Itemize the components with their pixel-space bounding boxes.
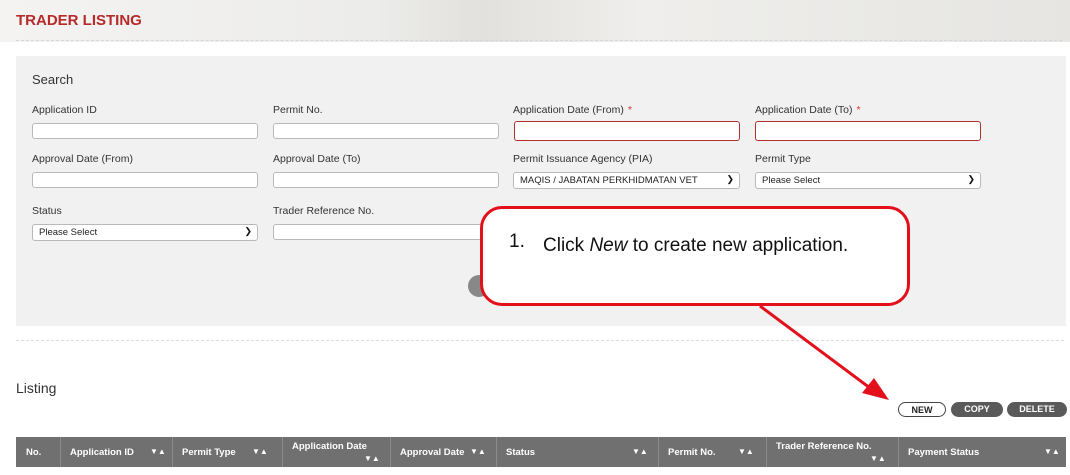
column-permit-type[interactable]: Permit Type ▼▲ <box>172 437 282 467</box>
copy-button[interactable]: COPY <box>951 402 1003 417</box>
column-application-id[interactable]: Application ID ▼▲ <box>60 437 172 467</box>
sort-icon[interactable]: ▼▲ <box>1044 447 1060 456</box>
sort-icon[interactable]: ▼▲ <box>364 454 380 463</box>
delete-button[interactable]: DELETE <box>1007 402 1067 417</box>
sort-icon[interactable]: ▼▲ <box>632 447 648 456</box>
new-button[interactable]: NEW <box>898 402 946 417</box>
sort-icon[interactable]: ▼▲ <box>150 447 166 456</box>
sort-icon[interactable]: ▼▲ <box>470 447 486 456</box>
column-no: No. <box>26 447 42 458</box>
column-status[interactable]: Status ▼▲ <box>496 437 658 467</box>
table-header: No. Application ID ▼▲ Permit Type ▼▲ App… <box>16 437 1066 467</box>
listing-title: Listing <box>16 380 57 396</box>
column-permit-no[interactable]: Permit No. ▼▲ <box>658 437 766 467</box>
sort-icon[interactable]: ▼▲ <box>738 447 754 456</box>
sort-icon[interactable]: ▼▲ <box>870 454 886 463</box>
column-payment-status[interactable]: Payment Status ▼▲ <box>898 437 1066 467</box>
column-trader-ref[interactable]: Trader Reference No. ▼▲ <box>766 437 898 467</box>
column-application-date[interactable]: Application Date ▼▲ <box>282 437 390 467</box>
column-approval-date[interactable]: Approval Date ▼▲ <box>390 437 496 467</box>
sort-icon[interactable]: ▼▲ <box>252 447 268 456</box>
